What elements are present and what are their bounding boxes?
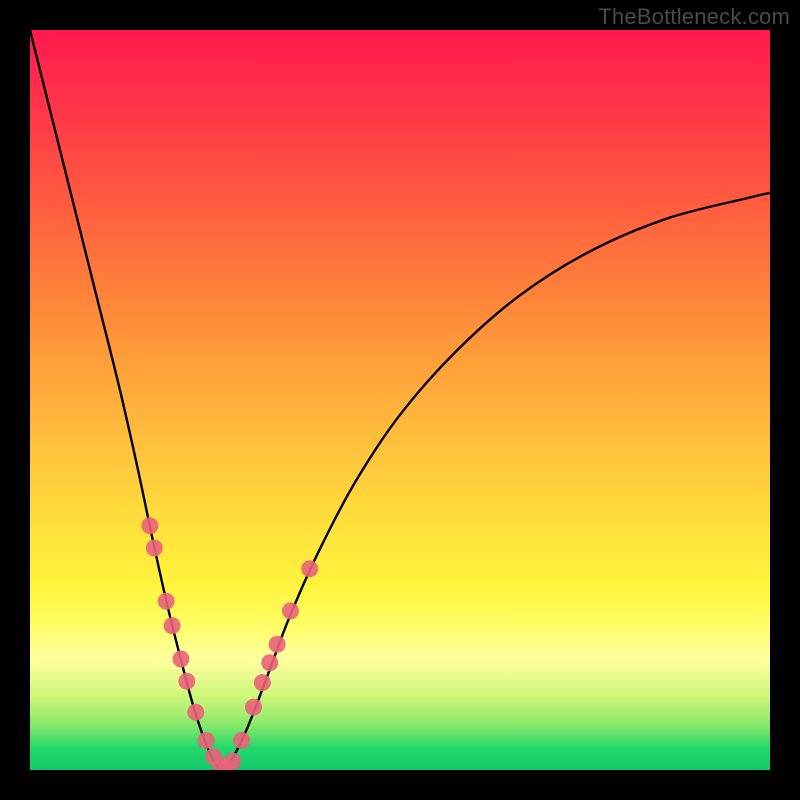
curve-marker (198, 732, 215, 749)
curve-marker (158, 593, 175, 610)
curve-marker (164, 617, 181, 634)
curve-marker (218, 759, 235, 770)
bottleneck-curve-path (30, 30, 770, 770)
curve-marker (172, 651, 189, 668)
curve-marker (146, 540, 163, 557)
bottleneck-curve-svg (30, 30, 770, 770)
outer-frame: TheBottleneck.com (0, 0, 800, 800)
curve-marker (282, 602, 299, 619)
curve-marker (254, 674, 271, 691)
heatmap-plot-area (30, 30, 770, 770)
curve-marker (141, 517, 158, 534)
curve-marker (212, 757, 229, 770)
curve-marker (178, 673, 195, 690)
curve-marker (187, 704, 204, 721)
curve-marker (245, 699, 262, 716)
watermark-label: TheBottleneck.com (598, 4, 790, 30)
curve-marker (301, 560, 318, 577)
curve-marker (269, 636, 286, 653)
curve-marker (261, 654, 278, 671)
curve-marker (233, 732, 250, 749)
curve-markers-group (141, 517, 318, 770)
curve-marker (224, 753, 241, 770)
curve-marker (205, 748, 222, 765)
